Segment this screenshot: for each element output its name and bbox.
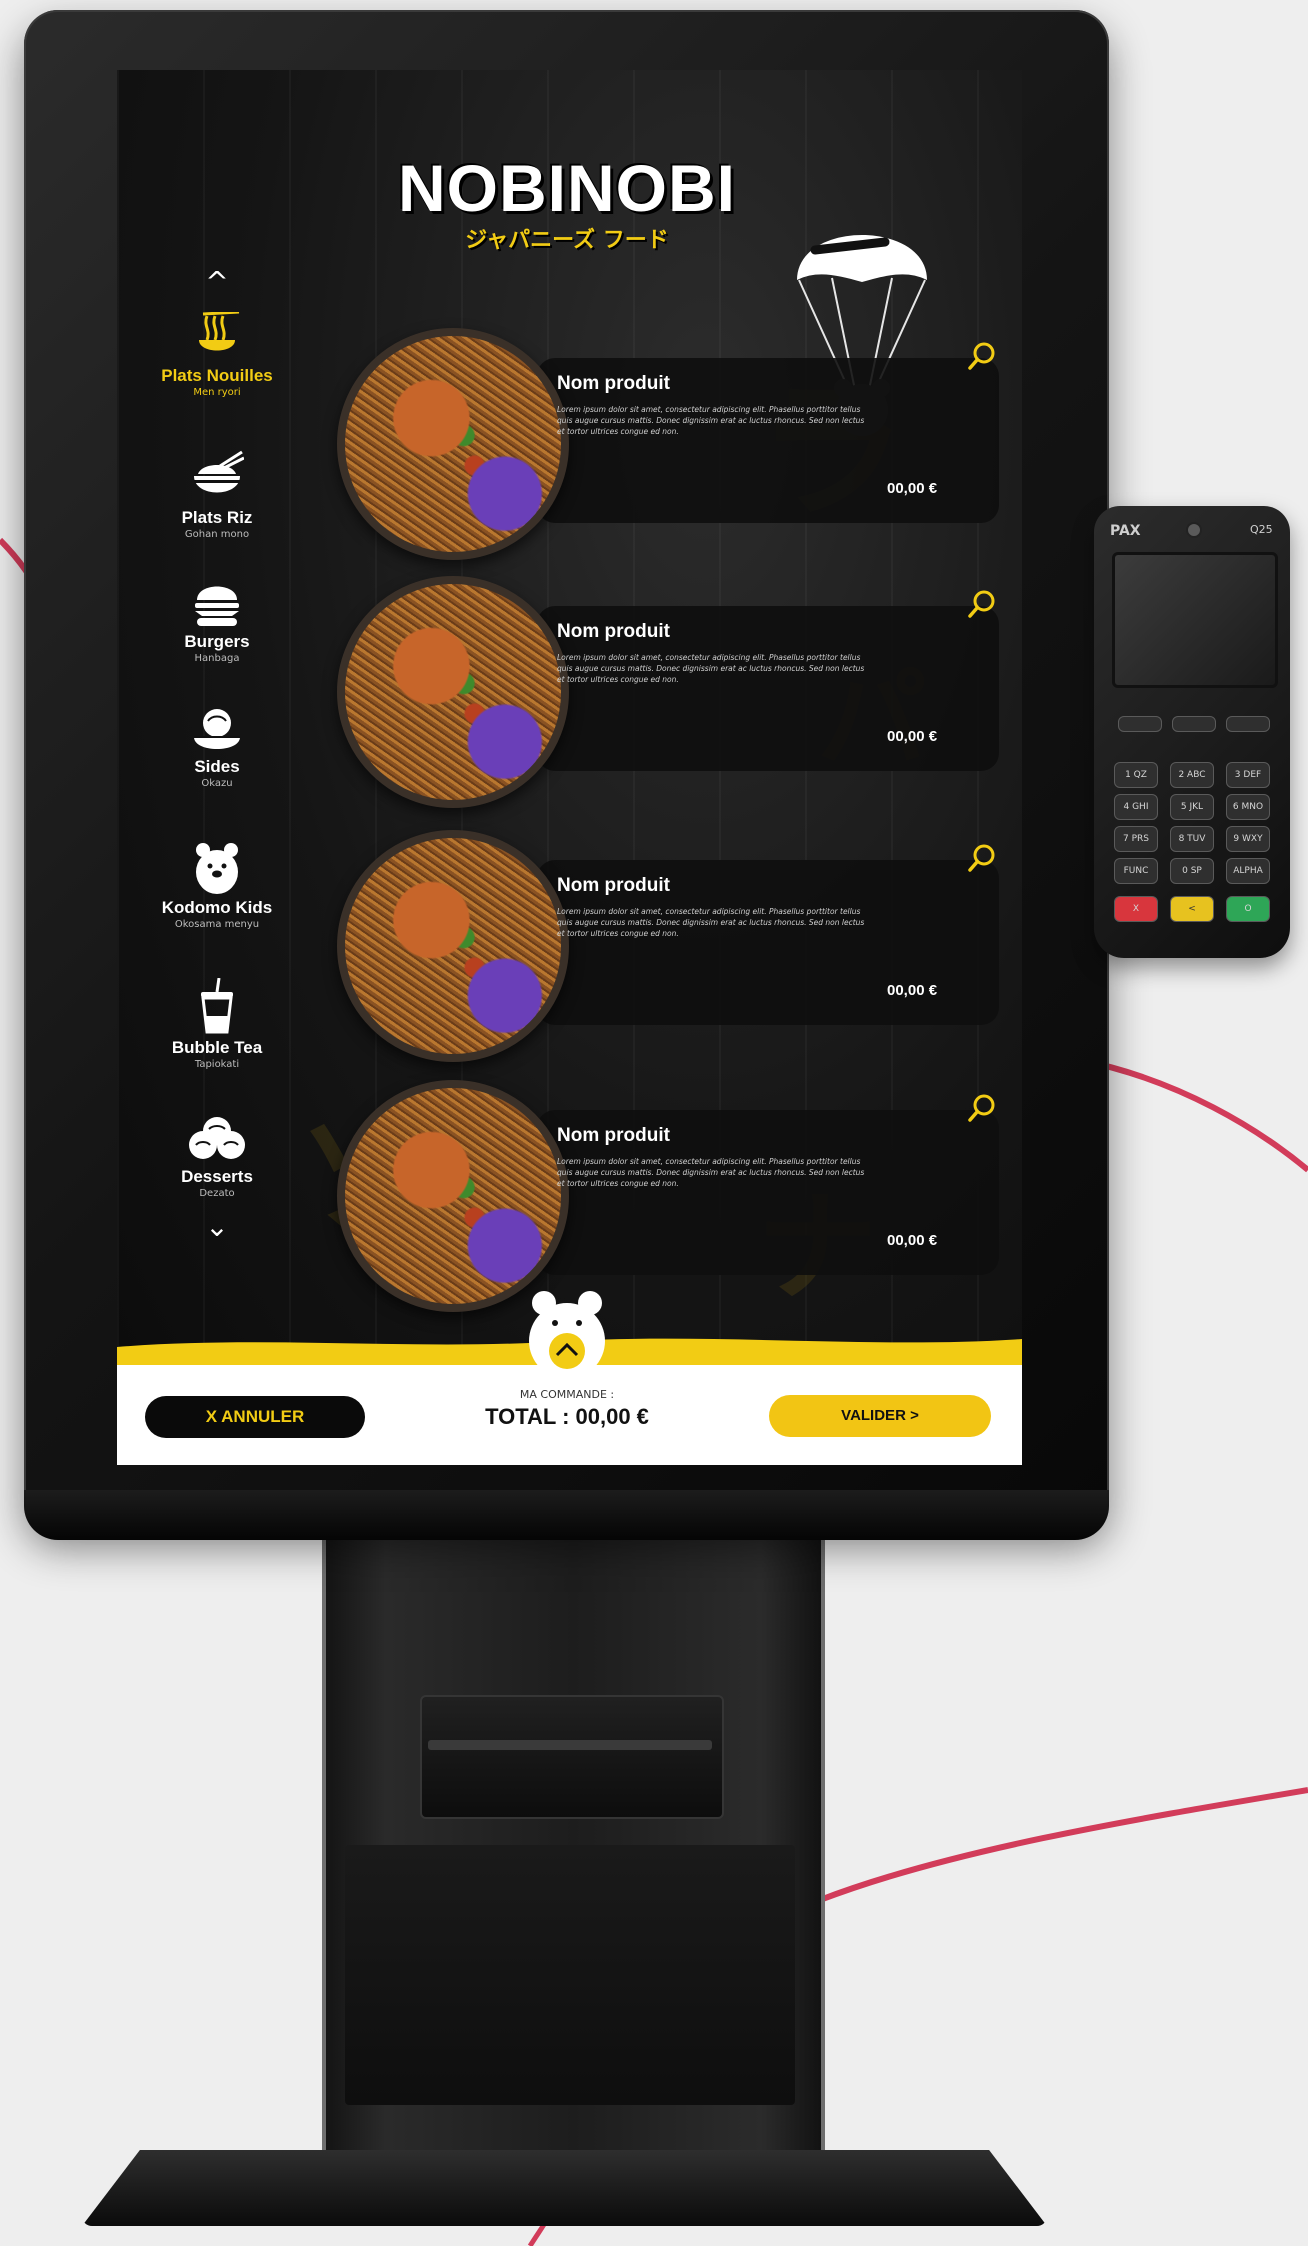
bear-mascot-expand-icon[interactable] bbox=[522, 1285, 612, 1380]
product-description: Lorem ipsum dolor sit amet, consectetur … bbox=[557, 907, 865, 938]
terminal-key[interactable]: 8 TUV bbox=[1170, 826, 1214, 852]
category-plats-nouilles[interactable]: Plats Nouilles Men ryori bbox=[117, 312, 317, 398]
terminal-key[interactable]: 6 MNO bbox=[1226, 794, 1270, 820]
product-image bbox=[337, 328, 569, 560]
zoom-search-icon[interactable] bbox=[967, 340, 999, 372]
category-label: Sides bbox=[194, 757, 240, 776]
order-caption: MA COMMANDE : bbox=[519, 1388, 615, 1401]
terminal-fn-key[interactable] bbox=[1172, 716, 1216, 732]
terminal-screen bbox=[1112, 552, 1278, 688]
receipt-printer-slot bbox=[420, 1695, 724, 1819]
category-kodomo-kids[interactable]: Kodomo Kids Okosama menyu bbox=[117, 840, 317, 930]
kiosk-stand-panel bbox=[345, 1845, 795, 2105]
burger-icon bbox=[195, 586, 239, 626]
zoom-search-icon[interactable] bbox=[967, 1092, 999, 1124]
terminal-key[interactable]: ALPHA bbox=[1226, 858, 1270, 884]
dumplings-icon bbox=[194, 709, 240, 749]
rice-bowl-icon bbox=[194, 450, 244, 493]
product-name: Nom produit bbox=[557, 1125, 670, 1146]
product-name: Nom produit bbox=[557, 373, 670, 394]
kiosk-screen: ラ パ ソ ナ NOBINOBI ジャパニーズ フード ^ Plats Noui… bbox=[117, 70, 1022, 1465]
terminal-key[interactable]: 3 DEF bbox=[1226, 762, 1270, 788]
product-item[interactable]: Nom produit Lorem ipsum dolor sit amet, … bbox=[337, 1080, 1017, 1312]
category-label: Plats Nouilles bbox=[161, 366, 273, 385]
category-bubble-tea[interactable]: Bubble Tea Tapiokati bbox=[117, 978, 317, 1070]
cancel-button[interactable]: X ANNULER bbox=[145, 1396, 365, 1438]
category-label: Kodomo Kids bbox=[161, 898, 273, 917]
zoom-search-icon[interactable] bbox=[967, 588, 999, 620]
terminal-clear-key[interactable]: < bbox=[1170, 896, 1214, 922]
category-burgers[interactable]: Burgers Hanbaga bbox=[117, 580, 317, 664]
category-sublabel: Okosama menyu bbox=[174, 919, 260, 930]
product-description: Lorem ipsum dolor sit amet, consectetur … bbox=[557, 653, 865, 684]
category-desserts[interactable]: Desserts Dezato bbox=[117, 1115, 317, 1199]
terminal-fn-key[interactable] bbox=[1118, 716, 1162, 732]
terminal-brand: PAX bbox=[1110, 523, 1141, 539]
bubble-tea-icon bbox=[201, 978, 233, 1034]
terminal-model: Q25 bbox=[1250, 523, 1273, 536]
brand-logo: NOBINOBI ジャパニーズ フード bbox=[357, 150, 777, 254]
mochi-icon bbox=[189, 1117, 245, 1159]
product-description: Lorem ipsum dolor sit amet, consectetur … bbox=[557, 405, 865, 436]
kiosk-bezel-bottom bbox=[24, 1490, 1109, 1540]
product-price: 00,00 € bbox=[887, 1232, 938, 1249]
category-sublabel: Gohan mono bbox=[184, 529, 250, 540]
brand-subtitle: ジャパニーズ フード bbox=[465, 228, 669, 253]
category-scroll-down-icon[interactable]: ⌄ bbox=[187, 1210, 247, 1243]
terminal-function-keys bbox=[1118, 716, 1270, 732]
brand-name: NOBINOBI bbox=[398, 151, 736, 225]
product-item[interactable]: Nom produit Lorem ipsum dolor sit amet, … bbox=[337, 328, 1017, 560]
terminal-ok-key[interactable]: O bbox=[1226, 896, 1270, 922]
product-image bbox=[337, 830, 569, 1062]
category-label: Burgers bbox=[184, 632, 250, 651]
bear-icon bbox=[196, 843, 238, 894]
noodle-bowl-icon bbox=[199, 312, 240, 351]
terminal-key[interactable]: 7 PRS bbox=[1114, 826, 1158, 852]
product-price: 00,00 € bbox=[887, 728, 938, 745]
terminal-key[interactable]: 4 GHI bbox=[1114, 794, 1158, 820]
product-image bbox=[337, 1080, 569, 1312]
terminal-fn-key[interactable] bbox=[1226, 716, 1270, 732]
product-name: Nom produit bbox=[557, 875, 670, 896]
category-label: Plats Riz bbox=[181, 508, 253, 527]
product-price: 00,00 € bbox=[887, 982, 938, 999]
order-total: TOTAL : 00,00 € bbox=[485, 1404, 649, 1429]
terminal-key[interactable]: 0 SP bbox=[1170, 858, 1214, 884]
validate-button[interactable]: VALIDER > bbox=[769, 1395, 991, 1437]
category-sublabel: Hanbaga bbox=[194, 653, 240, 664]
category-sublabel: Tapiokati bbox=[194, 1059, 240, 1070]
category-sublabel: Okazu bbox=[201, 778, 233, 789]
receipt-printer-lip bbox=[428, 1740, 712, 1750]
product-name: Nom produit bbox=[557, 621, 670, 642]
category-label: Desserts bbox=[181, 1167, 253, 1186]
terminal-key[interactable]: 5 JKL bbox=[1170, 794, 1214, 820]
terminal-cancel-key[interactable]: X bbox=[1114, 896, 1158, 922]
terminal-key[interactable]: FUNC bbox=[1114, 858, 1158, 884]
terminal-key[interactable]: 1 QZ bbox=[1114, 762, 1158, 788]
kiosk-base bbox=[82, 2150, 1047, 2226]
category-sides[interactable]: Sides Okazu bbox=[117, 707, 317, 789]
category-label: Bubble Tea bbox=[171, 1038, 263, 1057]
product-item[interactable]: Nom produit Lorem ipsum dolor sit amet, … bbox=[337, 830, 1017, 1062]
product-price: 00,00 € bbox=[887, 480, 938, 497]
category-scroll-up-icon[interactable]: ^ bbox=[187, 265, 247, 298]
terminal-keypad: 1 QZ 2 ABC 3 DEF 4 GHI 5 JKL 6 MNO 7 PRS… bbox=[1114, 762, 1274, 932]
product-description: Lorem ipsum dolor sit amet, consectetur … bbox=[557, 1157, 865, 1188]
terminal-camera-icon bbox=[1186, 522, 1202, 538]
terminal-key[interactable]: 2 ABC bbox=[1170, 762, 1214, 788]
category-sublabel: Dezato bbox=[199, 1188, 235, 1199]
product-item[interactable]: Nom produit Lorem ipsum dolor sit amet, … bbox=[337, 576, 1017, 808]
terminal-key[interactable]: 9 WXY bbox=[1226, 826, 1270, 852]
category-sublabel: Men ryori bbox=[193, 387, 241, 398]
product-image bbox=[337, 576, 569, 808]
zoom-search-icon[interactable] bbox=[967, 842, 999, 874]
category-plats-riz[interactable]: Plats Riz Gohan mono bbox=[117, 450, 317, 540]
